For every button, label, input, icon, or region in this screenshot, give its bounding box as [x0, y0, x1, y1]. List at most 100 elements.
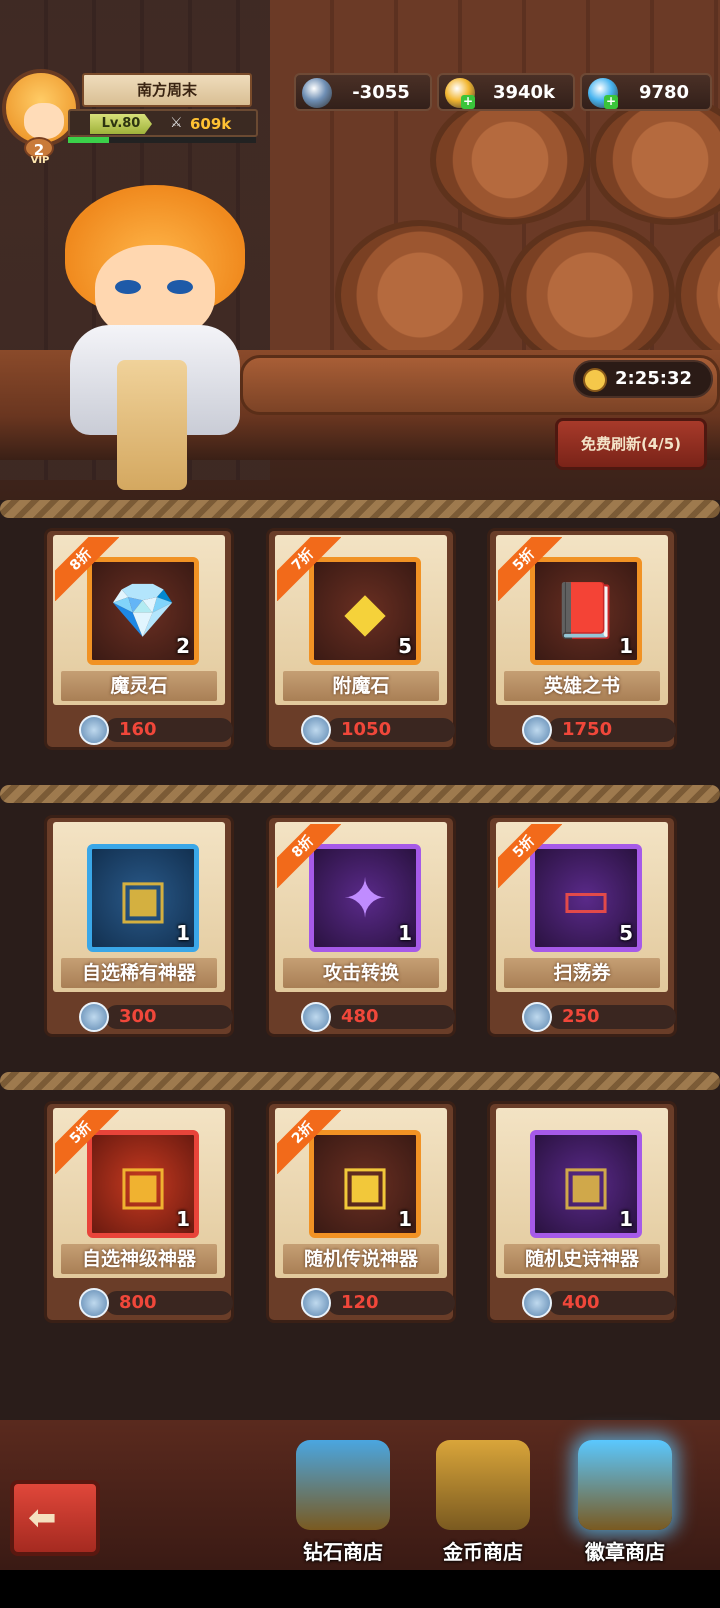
item-quantity: 5 [398, 634, 412, 658]
badge-coin-icon [79, 1002, 109, 1032]
buy-price[interactable]: 480 [301, 1002, 469, 1032]
discount-label: 5折 [55, 1110, 119, 1174]
item-name: 英雄之书 [504, 671, 660, 701]
back-button[interactable]: ⬅ [10, 1480, 100, 1556]
item-quantity: 1 [398, 921, 412, 945]
item-panel: ▣ 1 自选神级神器 5折 [53, 1108, 225, 1278]
item-quantity: 1 [176, 921, 190, 945]
price-value: 480 [327, 1005, 455, 1029]
discount-ribbon: 5折 [498, 824, 562, 888]
item-name: 随机传说神器 [283, 1244, 439, 1274]
badge-coin-icon [302, 78, 332, 108]
free-refresh-button[interactable]: 免费刷新(4/5) [555, 418, 707, 470]
item-name: 攻击转换 [283, 958, 439, 988]
gold-chest-icon [436, 1440, 530, 1530]
discount-label: 8折 [277, 824, 341, 888]
tab-label: 钻石商店 [303, 1540, 383, 1564]
discount-ribbon: 5折 [55, 1110, 119, 1174]
badge-coin-icon [522, 715, 552, 745]
buy-price[interactable]: 120 [301, 1288, 469, 1318]
price-value: 300 [105, 1005, 233, 1029]
shop-item-card[interactable]: ▭ 5 扫荡券 5折 250 [487, 815, 677, 1037]
item-name: 自选神级神器 [61, 1244, 217, 1274]
clock-icon [583, 368, 607, 392]
shop-item-card[interactable]: ▣ 1 自选稀有神器 300 [44, 815, 234, 1037]
item-panel: ✦ 1 攻击转换 8折 [275, 822, 447, 992]
add-diamond-icon[interactable]: + [604, 95, 618, 109]
price-value: 120 [327, 1291, 455, 1315]
buy-price[interactable]: 1750 [522, 715, 690, 745]
item-icon-frame: ▣ 1 [87, 844, 199, 952]
discount-ribbon: 8折 [277, 824, 341, 888]
barrel [430, 95, 590, 225]
discount-ribbon: 5折 [498, 537, 562, 601]
player-level: Lv.80 [90, 114, 152, 134]
barrel [335, 220, 505, 370]
tab-label: 金币商店 [443, 1540, 523, 1564]
buy-price[interactable]: 160 [79, 715, 247, 745]
vip-label: VIP [30, 155, 50, 166]
buy-price[interactable]: 300 [79, 1002, 247, 1032]
diamond-chest-icon [296, 1440, 390, 1530]
combat-power: 609k [190, 115, 232, 133]
shop-item-card[interactable]: ◆ 5 附魔石 7折 1050 [266, 528, 456, 750]
item-quantity: 5 [619, 921, 633, 945]
tab-diamond-shop[interactable]: 钻石商店 [278, 1420, 408, 1570]
tab-gold-shop[interactable]: 金币商店 [418, 1420, 548, 1570]
discount-ribbon: 8折 [55, 537, 119, 601]
price-value: 250 [548, 1005, 676, 1029]
buy-price[interactable]: 400 [522, 1288, 690, 1318]
buy-price[interactable]: 250 [522, 1002, 690, 1032]
discount-ribbon: 2折 [277, 1110, 341, 1174]
item-panel: ▭ 5 扫荡券 5折 [496, 822, 668, 992]
badge-coin-icon [79, 715, 109, 745]
item-name: 随机史诗神器 [504, 1244, 660, 1274]
barrel [505, 220, 675, 370]
item-panel: ▣ 1 随机传说神器 2折 [275, 1108, 447, 1278]
price-value: 1750 [548, 718, 676, 742]
shop-item-card[interactable]: ▣ 1 随机传说神器 2折 120 [266, 1101, 456, 1323]
discount-label: 5折 [498, 824, 562, 888]
badge-coin-icon [301, 1288, 331, 1318]
item-panel: ▣ 1 随机史诗神器 [496, 1108, 668, 1278]
diamond-currency[interactable]: + 9780 [580, 73, 712, 111]
price-value: 160 [105, 718, 233, 742]
item-quantity: 1 [619, 1207, 633, 1231]
discount-label: 7折 [277, 537, 341, 601]
gold-currency[interactable]: + 3940k [437, 73, 575, 111]
level-power-bar: Lv.80 ⚔ 609k [68, 109, 258, 137]
shop-item-card[interactable]: ✦ 1 攻击转换 8折 480 [266, 815, 456, 1037]
badge-amount: -3055 [352, 82, 410, 103]
shop-item-card[interactable]: ▣ 1 随机史诗神器 400 [487, 1101, 677, 1323]
player-profile[interactable]: 2 VIP 南方周末 Lv.80 ⚔ 609k [0, 65, 270, 166]
item-quantity: 1 [398, 1207, 412, 1231]
gold-amount: 3940k [492, 82, 556, 103]
add-gold-icon[interactable]: + [461, 95, 475, 109]
bottom-nav: ⬅ 钻石商店 金币商店 徽章商店 [0, 1420, 720, 1570]
shop-item-card[interactable]: 💎 2 魔灵石 8折 160 [44, 528, 234, 750]
badge-coin-icon [79, 1288, 109, 1318]
discount-label: 2折 [277, 1110, 341, 1174]
price-value: 400 [548, 1291, 676, 1315]
badge-currency[interactable]: -3055 [294, 73, 432, 111]
price-value: 800 [105, 1291, 233, 1315]
buy-price[interactable]: 1050 [301, 715, 469, 745]
xp-bar [68, 137, 256, 143]
buy-price[interactable]: 800 [79, 1288, 247, 1318]
player-name: 南方周末 [82, 73, 252, 107]
item-quantity: 1 [619, 634, 633, 658]
shop-item-card[interactable]: 📕 1 英雄之书 5折 1750 [487, 528, 677, 750]
item-panel: ◆ 5 附魔石 7折 [275, 535, 447, 705]
badge-chest-icon [578, 1440, 672, 1530]
tab-label: 徽章商店 [585, 1540, 665, 1564]
item-quantity: 1 [176, 1207, 190, 1231]
shopkeeper-hero [55, 185, 255, 495]
item-panel: 💎 2 魔灵石 8折 [53, 535, 225, 705]
price-value: 1050 [327, 718, 455, 742]
tab-badge-shop[interactable]: 徽章商店 [560, 1420, 690, 1570]
system-bar [0, 1570, 720, 1608]
diamond-amount: 9780 [638, 82, 690, 103]
badge-coin-icon [301, 1002, 331, 1032]
shop-item-card[interactable]: ▣ 1 自选神级神器 5折 800 [44, 1101, 234, 1323]
refresh-timer: 2:25:32 [573, 360, 713, 398]
